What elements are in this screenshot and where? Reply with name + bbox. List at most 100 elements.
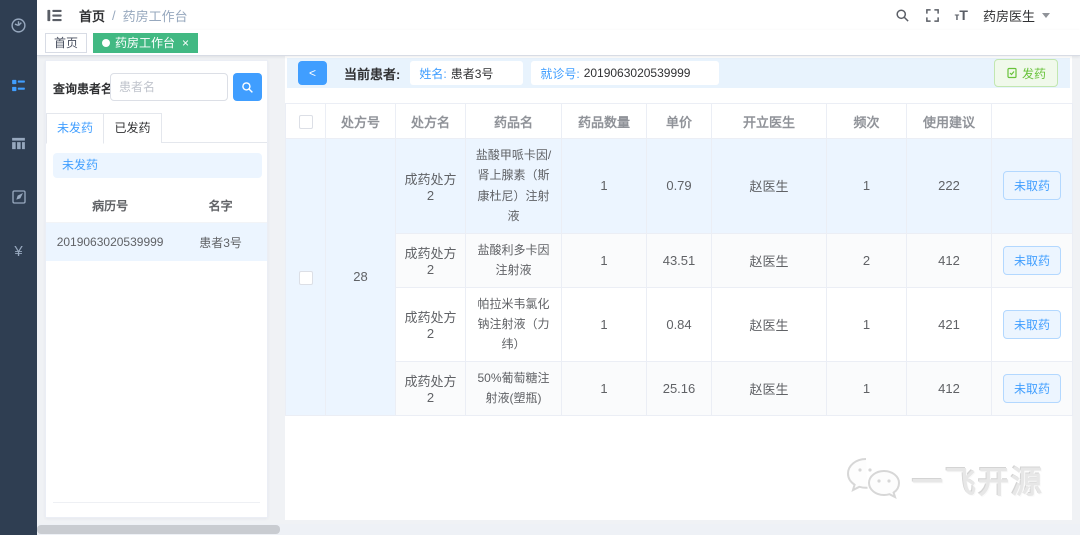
current-patient-bar: < 当前患者: 姓名: 患者3号 就诊号: 2019063020539999 发… [287,58,1070,88]
dispense-label: 发药 [1021,66,1046,81]
action-cell: 未取药 [991,360,1073,416]
current-patient-label: 当前患者: [344,66,401,82]
not-collected-button[interactable]: 未取药 [1002,245,1061,275]
patient-search-input[interactable] [110,73,228,101]
prescription-panel: < 当前患者: 姓名: 患者3号 就诊号: 2019063020539999 发… [285,56,1073,520]
breadcrumb-current: 药房工作台 [122,8,188,24]
header-actions: тT 药房医生 [895,6,1080,25]
doctor-cell: 赵医生 [711,138,827,234]
price-cell: 43.51 [646,232,712,288]
price-cell: 0.84 [646,286,712,362]
col-name: 名字 [208,199,233,213]
dashboard-icon [10,17,27,34]
font-size-icon[interactable]: тT [955,7,968,23]
drug-name-cell: 50%葡萄糖注射液(塑瓶) [465,360,562,416]
user-menu[interactable]: 药房医生 [983,6,1050,25]
app-sidebar: ¥ [0,0,37,535]
breadcrumb-home[interactable]: 首页 [79,6,105,25]
action-cell: 未取药 [991,232,1073,288]
patient-row[interactable]: 2019063020539999 患者3号 [46,223,267,261]
status-alert: 未发药 [53,153,262,178]
qty-cell: 1 [561,232,647,288]
tag-pharmacy-label: 药房工作台 [115,35,176,50]
form-edit-icon [11,189,27,205]
close-icon[interactable]: × [182,37,189,49]
tagbar: 首页 药房工作台 × [37,30,1080,56]
tag-home-label: 首页 [54,35,79,50]
breadcrumb: 首页 / 药房工作台 [79,6,188,25]
fullscreen-icon[interactable] [925,8,940,23]
advice-cell: 412 [906,360,992,416]
drug-name-cell: 帕拉米韦氯化钠注射液（力纬） [465,286,562,362]
breadcrumb-separator: / [112,7,116,23]
visit-no-box: 就诊号: 2019063020539999 [531,61,720,85]
prescription-table: 处方号 处方名 药品名 药品数量 单价 开立医生 频次 使用建议 28 成药处方… [285,103,1073,416]
col-unit-price: 单价 [646,103,712,139]
patient-name: 患者3号 [199,235,242,250]
col-prescription-name: 处方名 [395,103,466,139]
prescription-name-cell: 成药处方2 [395,360,466,416]
sidebar-item-workbench[interactable] [0,66,37,104]
tab-dispensed[interactable]: 已发药 [104,113,162,143]
doctor-cell: 赵医生 [711,232,827,288]
row-checkbox[interactable] [298,270,313,285]
dispense-button[interactable]: 发药 [993,59,1058,87]
doctor-cell: 赵医生 [711,360,827,416]
horizontal-scrollbar[interactable] [37,524,1080,535]
frequency-cell: 1 [826,360,907,416]
table-icon [10,135,27,152]
col-drug-name: 药品名 [465,103,562,139]
wechat-bubbles-icon [844,456,902,502]
top-header: 首页 / 药房工作台 тT 药房医生 [37,0,1080,30]
sidebar-item-forms[interactable] [0,178,37,216]
tag-pharmacy-workbench[interactable]: 药房工作台 × [93,32,199,53]
col-doctor: 开立医生 [711,103,827,139]
hamburger-icon[interactable] [46,8,63,23]
visit-label: 就诊号: [540,66,580,81]
col-usage-advice: 使用建议 [906,103,992,139]
drug-name-cell: 盐酸利多卡因注射液 [465,232,562,288]
advice-cell: 222 [906,138,992,234]
col-actions [991,103,1073,139]
not-collected-button[interactable]: 未取药 [1002,171,1061,201]
not-collected-button[interactable]: 未取药 [1002,309,1061,339]
patient-record-no: 2019063020539999 [56,235,164,249]
active-dot-icon [102,38,111,47]
search-icon [241,81,254,94]
dispense-icon [1006,67,1018,79]
price-cell: 0.79 [646,138,712,234]
header-select-cell [285,103,326,139]
prescription-name-cell: 成药处方2 [395,138,466,234]
doctor-cell: 赵医生 [711,286,827,362]
advice-cell: 412 [906,232,992,288]
collapse-back-button[interactable]: < [298,61,327,85]
tag-home[interactable]: 首页 [45,32,88,53]
price-cell: 25.16 [646,360,712,416]
qty-cell: 1 [561,138,647,234]
col-record-no: 病历号 [92,199,129,213]
tab-not-dispensed[interactable]: 未发药 [46,113,104,144]
sidebar-item-dashboard[interactable] [0,6,37,44]
sidebar-item-tables[interactable] [0,124,37,162]
name-label: 姓名: [419,66,447,81]
patient-search-button[interactable] [233,73,262,101]
chevron-down-icon [1042,12,1050,18]
frequency-cell: 2 [826,232,907,288]
drug-name-cell: 盐酸甲哌卡因/肾上腺素（斯康杜尼）注射液 [465,138,562,234]
panel-divider [53,502,260,503]
watermark-text: 一飞开源 [912,464,1044,500]
horizontal-scrollbar-thumb[interactable] [37,525,280,534]
col-drug-qty: 药品数量 [561,103,647,139]
sidebar-item-finance[interactable]: ¥ [0,232,37,270]
action-cell: 未取药 [991,286,1073,362]
patient-panel: 查询患者名: 未发药 已发药 未发药 病历号 名字 20190630205399… [45,60,268,518]
search-icon[interactable] [895,8,910,23]
patient-list-header: 病历号 名字 [46,189,267,223]
name-value: 患者3号 [450,66,494,81]
patient-search-label: 查询患者名: [53,82,117,96]
watermark: 一飞开源 [844,456,1044,502]
not-collected-button[interactable]: 未取药 [1002,373,1061,403]
select-all-checkbox[interactable] [298,114,313,129]
col-prescription-no: 处方号 [325,103,396,139]
table-row: 成药处方2 50%葡萄糖注射液(塑瓶) 1 25.16 赵医生 1 412 未取… [286,360,1073,416]
